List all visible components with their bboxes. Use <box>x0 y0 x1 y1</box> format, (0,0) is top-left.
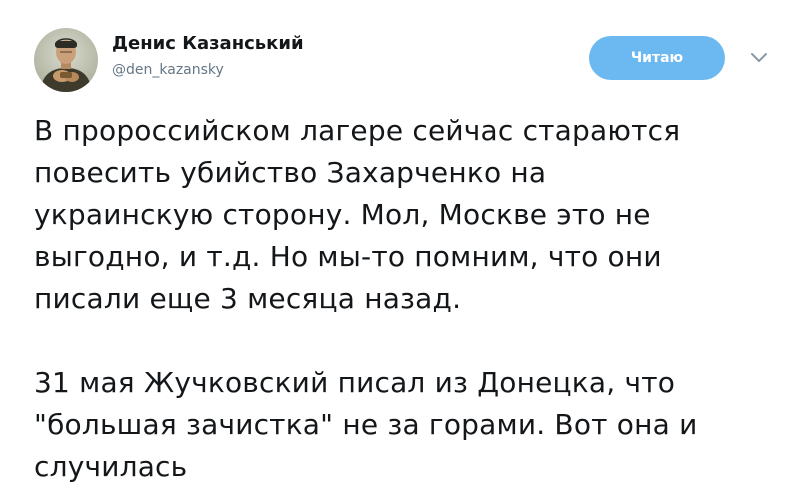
avatar[interactable] <box>34 28 98 92</box>
tweet-paragraph: 31 мая Жучковский писал из Донецка, что … <box>34 362 784 488</box>
chevron-down-icon[interactable] <box>748 50 770 66</box>
tweet-line: писали еще 3 месяца назад. <box>34 282 462 315</box>
tweet-line: 31 мая Жучковский писал из Донецка, что <box>34 366 676 399</box>
tweet-line: В пророссийском лагере сейчас стараются <box>34 114 681 147</box>
follow-button[interactable]: Читаю <box>589 36 725 80</box>
author-handle[interactable]: @den_kazansky <box>112 60 304 80</box>
tweet-card: Денис Казанський @den_kazansky Читаю В п… <box>0 0 799 492</box>
tweet-line: повесить убийство Захарченко на <box>34 156 547 189</box>
tweet-line: украинскую сторону. Мол, Москве это не <box>34 198 651 231</box>
tweet-line: выгодно, и т.д. Но мы-то помним, что они <box>34 240 662 273</box>
tweet-paragraph: В пророссийском лагере сейчас стараются … <box>34 110 784 320</box>
author-info: Денис Казанський @den_kazansky <box>112 32 304 80</box>
author-display-name[interactable]: Денис Казанський <box>112 32 304 56</box>
tweet-line: "большая зачистка" не за горами. Вот она… <box>34 408 698 441</box>
avatar-photo <box>34 28 98 92</box>
tweet-text: В пророссийском лагере сейчас стараются … <box>34 110 784 488</box>
tweet-line: случилась <box>34 450 188 483</box>
